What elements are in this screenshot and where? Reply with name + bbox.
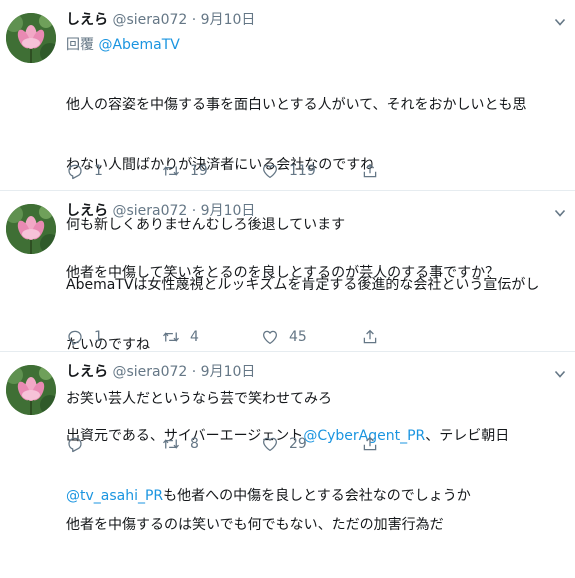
avatar[interactable]: [6, 204, 56, 254]
avatar[interactable]: [6, 13, 56, 63]
tweet-date[interactable]: · 9月10日: [192, 364, 256, 380]
reply-icon: [66, 435, 84, 453]
reply-button[interactable]: 1: [66, 161, 103, 181]
caret-down-icon[interactable]: [553, 206, 567, 220]
share-icon: [361, 435, 379, 453]
share-button[interactable]: [361, 434, 379, 454]
tweet-actions: 8 29: [66, 434, 486, 454]
retweet-icon: [162, 435, 180, 453]
caret-down-icon[interactable]: [553, 367, 567, 381]
share-button[interactable]: [361, 161, 379, 181]
reply-icon: [66, 328, 84, 346]
tweet[interactable]: しえら @siera072 · 9月10日 出資元である、サイバーエージェント@…: [0, 352, 575, 504]
reply-button[interactable]: [66, 434, 94, 454]
user-handle[interactable]: @siera072: [112, 12, 187, 28]
tweet-header: しえら @siera072 · 9月10日: [66, 11, 255, 30]
text-segment: も他者への中傷を良しとする会社なのでしょうか: [163, 488, 471, 504]
like-icon: [261, 435, 279, 453]
avatar[interactable]: [6, 365, 56, 415]
retweet-icon: [162, 162, 180, 180]
tweet[interactable]: しえら @siera072 · 9月10日 回覆 @AbemaTV 他人の容姿を…: [0, 0, 575, 353]
display-name[interactable]: しえら: [66, 12, 108, 28]
like-count: 29: [289, 436, 307, 452]
like-icon: [261, 328, 279, 346]
tweet-text-line: 他者を中傷して笑いをとるのを良しとするのが芸人のする事ですか？: [66, 265, 500, 281]
retweet-button[interactable]: 8: [162, 434, 199, 454]
share-icon: [361, 328, 379, 346]
reply-button[interactable]: 1: [66, 327, 103, 347]
user-handle[interactable]: @siera072: [112, 364, 187, 380]
display-name[interactable]: しえら: [66, 364, 108, 380]
reply-prefix: 回覆: [66, 37, 94, 53]
tweet-date[interactable]: · 9月10日: [192, 203, 256, 219]
caret-down-icon[interactable]: [553, 15, 567, 29]
like-button[interactable]: 29: [261, 434, 307, 454]
reply-count: 1: [94, 329, 103, 345]
share-button[interactable]: [361, 327, 379, 347]
retweet-button[interactable]: 4: [162, 327, 199, 347]
retweet-count: 8: [190, 436, 199, 452]
tweet-actions: 1 19 119: [66, 161, 486, 181]
tweet-actions: 1 4 45: [66, 327, 486, 347]
like-count: 45: [289, 329, 307, 345]
tweet[interactable]: しえら @siera072 · 9月10日 他者を中傷して笑いをとるのを良しとす…: [0, 191, 575, 533]
tweet-date[interactable]: · 9月10日: [192, 12, 256, 28]
retweet-button[interactable]: 19: [162, 161, 208, 181]
like-count: 119: [289, 163, 316, 179]
tweet-text: 出資元である、サイバーエージェント@CyberAgent_PR、テレビ朝日 @t…: [66, 386, 509, 546]
like-button[interactable]: 45: [261, 327, 307, 347]
mention-link[interactable]: @AbemaTV: [98, 37, 179, 53]
like-icon: [261, 162, 279, 180]
tweet-text-line: @tv_asahi_PRも他者への中傷を良しとする会社なのでしょうか: [66, 486, 509, 506]
retweet-count: 19: [190, 163, 208, 179]
tweet-header: しえら @siera072 · 9月10日: [66, 363, 255, 382]
tweet-header: しえら @siera072 · 9月10日: [66, 202, 255, 221]
like-button[interactable]: 119: [261, 161, 316, 181]
reply-icon: [66, 162, 84, 180]
retweet-icon: [162, 328, 180, 346]
mention-link[interactable]: @tv_asahi_PR: [66, 488, 163, 504]
user-handle[interactable]: @siera072: [112, 203, 187, 219]
share-icon: [361, 162, 379, 180]
tweet-text-line: 他人の容姿を中傷する事を面白いとする人がいて、それをおかしいとも思: [66, 97, 527, 113]
retweet-count: 4: [190, 329, 199, 345]
display-name[interactable]: しえら: [66, 203, 108, 219]
replying-to: 回覆 @AbemaTV: [66, 36, 180, 55]
reply-count: 1: [94, 163, 103, 179]
